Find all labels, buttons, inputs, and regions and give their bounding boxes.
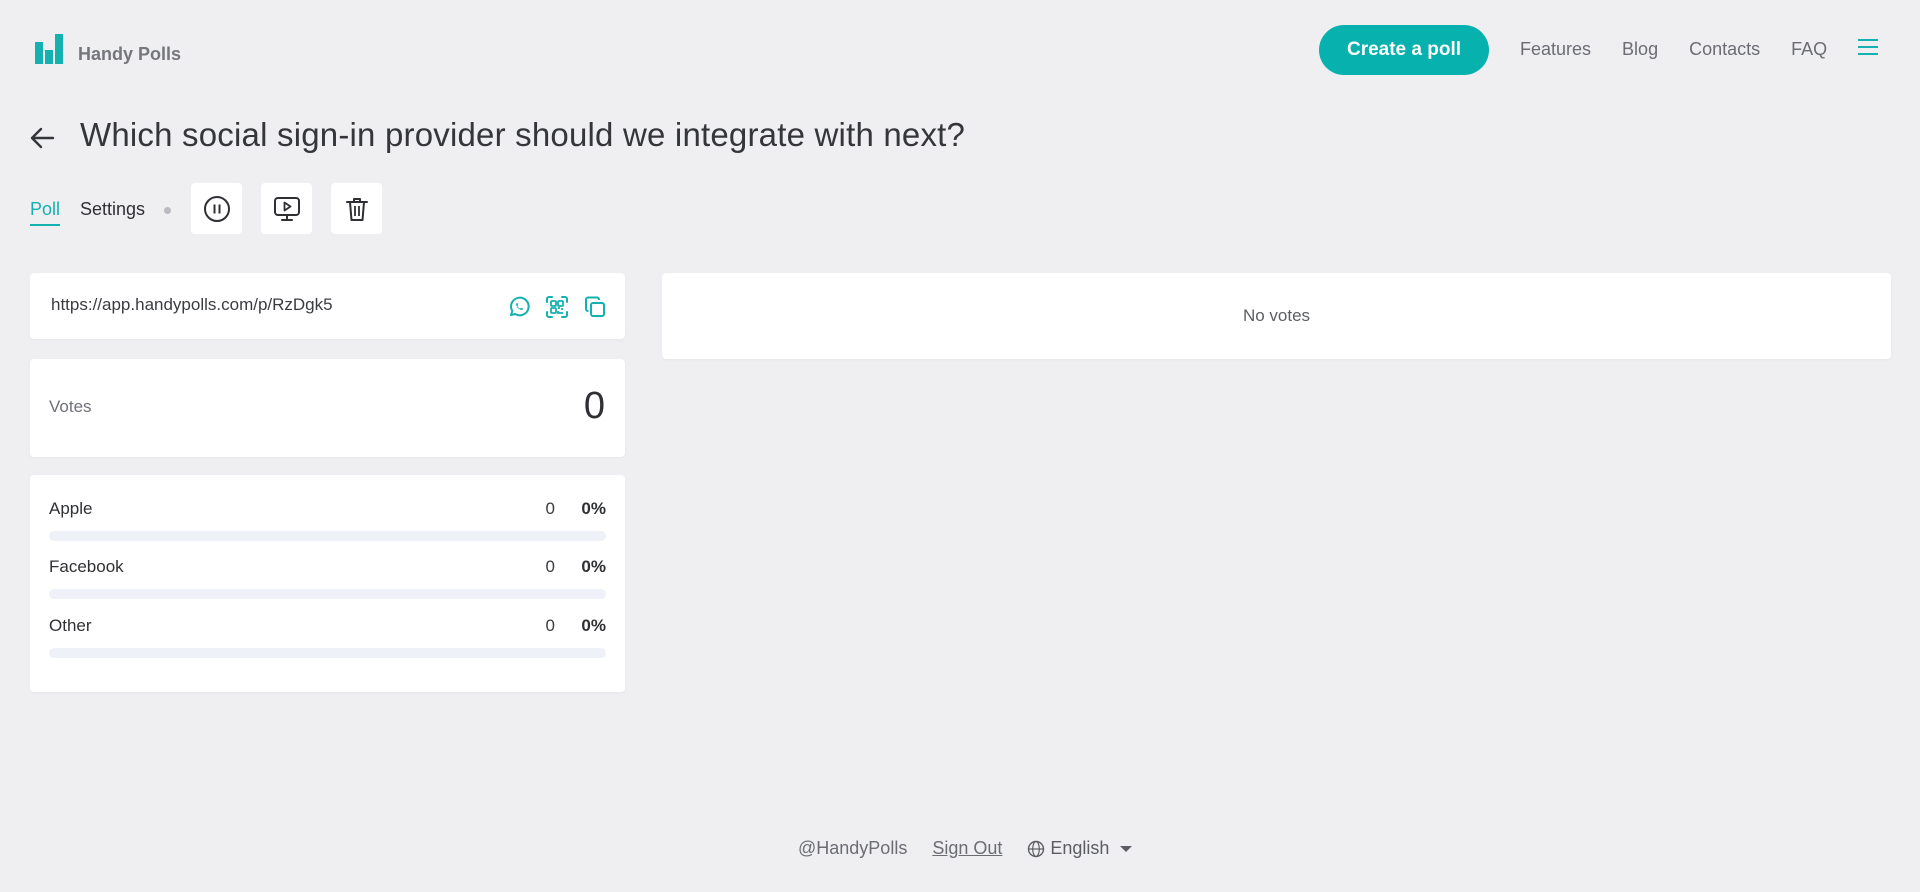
- votes-card: Votes 0: [30, 359, 625, 457]
- option-percent: 0%: [581, 499, 606, 518]
- footer: @HandyPolls Sign Out English: [798, 838, 1133, 859]
- trash-icon: [345, 197, 368, 221]
- option-row: Other 0 0%: [49, 616, 606, 666]
- option-percent: 0%: [581, 557, 606, 576]
- hamburger-menu-icon[interactable]: [1858, 39, 1878, 59]
- no-votes-message: No votes: [1242, 306, 1311, 325]
- option-progress-bar: [49, 589, 606, 599]
- present-icon: [273, 196, 300, 221]
- share-url-card: https://app.handypolls.com/p/RzDgk5: [30, 273, 625, 339]
- option-label: Facebook: [49, 557, 124, 576]
- header: Handy Polls Create a poll Features Blog …: [0, 0, 1920, 100]
- option-label: Apple: [49, 499, 93, 518]
- nav-faq[interactable]: FAQ: [1791, 38, 1827, 60]
- tab-settings[interactable]: Settings: [80, 198, 145, 220]
- whatsapp-icon[interactable]: [507, 295, 531, 319]
- option-count: 0: [545, 616, 555, 635]
- qr-code-icon[interactable]: [545, 295, 569, 319]
- tab-poll[interactable]: Poll: [30, 198, 61, 226]
- pause-icon: [203, 195, 230, 222]
- votes-label: Votes: [49, 397, 92, 416]
- option-progress-bar: [49, 531, 606, 541]
- create-poll-button[interactable]: Create a poll: [1319, 25, 1489, 75]
- language-selector[interactable]: English: [1027, 838, 1133, 859]
- nav-blog[interactable]: Blog: [1622, 38, 1658, 60]
- brand-name: Handy Polls: [78, 44, 182, 64]
- globe-icon: [1028, 840, 1045, 857]
- page-title: Which social sign-in provider should we …: [80, 116, 966, 153]
- delete-button[interactable]: [331, 183, 382, 234]
- option-row: Apple 0 0%: [49, 499, 606, 549]
- copy-icon[interactable]: [583, 295, 607, 319]
- option-count: 0: [545, 499, 555, 518]
- option-count: 0: [545, 557, 555, 576]
- sign-out-link[interactable]: Sign Out: [932, 838, 1002, 859]
- options-card: Apple 0 0% Facebook 0 0% Other 0 0%: [30, 475, 625, 692]
- pause-button[interactable]: [191, 183, 242, 234]
- results-chart-card: No votes: [662, 273, 1891, 359]
- chevron-down-icon: [1120, 845, 1133, 852]
- nav-contacts[interactable]: Contacts: [1689, 38, 1760, 60]
- logo[interactable]: Handy Polls: [35, 34, 181, 64]
- social-handle[interactable]: @HandyPolls: [798, 838, 907, 859]
- present-button[interactable]: [261, 183, 312, 234]
- option-row: Facebook 0 0%: [49, 557, 606, 607]
- option-progress-bar: [49, 648, 606, 658]
- main-nav: Features Blog Contacts FAQ: [1520, 38, 1827, 60]
- votes-count: 0: [583, 385, 605, 427]
- tab-separator: [164, 207, 171, 214]
- option-percent: 0%: [581, 616, 606, 635]
- option-label: Other: [49, 616, 92, 635]
- poll-url[interactable]: https://app.handypolls.com/p/RzDgk5: [51, 295, 333, 315]
- nav-features[interactable]: Features: [1520, 38, 1591, 60]
- language-label: English: [1050, 838, 1110, 858]
- logo-icon: [35, 34, 64, 64]
- back-arrow-icon[interactable]: [28, 124, 56, 152]
